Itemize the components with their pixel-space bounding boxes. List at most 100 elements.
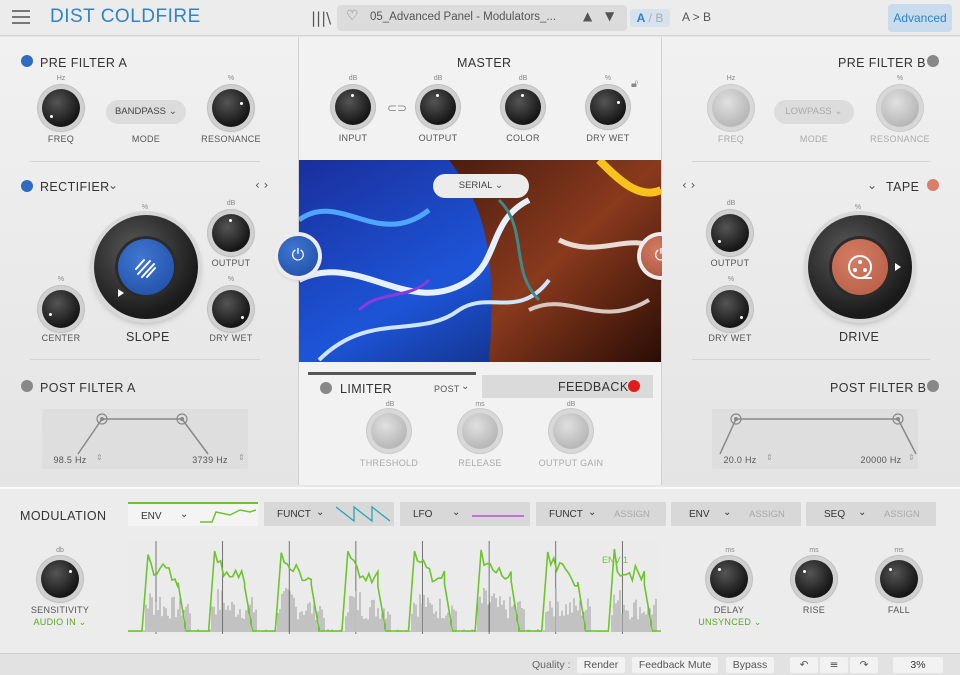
master-color-knob[interactable] [505,89,541,125]
tape-drywet-knob[interactable] [711,290,749,328]
history-list-icon[interactable]: ≡ [820,657,848,673]
ab-switch[interactable]: A / B [630,9,670,27]
limiter-position[interactable]: POST [434,384,460,394]
preset-name[interactable]: 05_Advanced Panel - Modulators_... [370,11,570,23]
rise-knob[interactable] [795,560,833,598]
ab-b[interactable]: B [655,11,663,25]
pre-filter-a-mode-select[interactable]: BANDPASS ⌄ [106,100,186,124]
copy-a-to-b-button[interactable]: A > B [682,10,711,24]
previous-preset-icon[interactable]: ▲ [583,9,592,23]
mode-label: MODE [131,134,161,144]
rectifier-drywet-knob[interactable] [212,290,250,328]
stepper-icon[interactable]: ⇕ [766,453,773,462]
rise-label: RISE [802,605,826,615]
chevron-down-icon[interactable]: ⌄ [461,381,469,392]
pre-filter-a-power-led[interactable] [21,55,33,67]
rectifier-slope-knob[interactable] [94,215,198,319]
post-filter-a-graph[interactable]: 98.5 Hz ⇕ 3739 Hz ⇕ [42,409,248,469]
mod-tab-lfo[interactable]: LFO ⌄ [400,502,530,526]
menu-icon[interactable] [12,10,30,24]
pre-filter-b-mode-select[interactable]: LOWPASS ⌄ [774,100,854,124]
fall-knob[interactable] [880,560,918,598]
feedback-tab[interactable]: FEEDBACK [482,375,653,398]
post-filter-b-power-led[interactable] [927,380,939,392]
chevron-down-icon: ⌄ [168,106,178,117]
master-drywet-knob[interactable] [590,89,626,125]
post-filter-a-power-led[interactable] [21,380,33,392]
tape-drive-knob[interactable] [808,215,912,319]
limiter-power-led[interactable] [320,382,332,394]
feedback-power-led[interactable] [628,380,640,392]
post-filter-b-low[interactable]: 20.0 Hz [720,455,760,465]
status-bar: Quality : Render Feedback Mute Bypass ↶ … [0,653,960,675]
visualizer: SERIAL ⌄ [299,160,661,362]
mod-tab-seq[interactable]: SEQ ⌄ ASSIGN [806,502,936,526]
quality-render-button[interactable]: Render [577,657,625,673]
post-filter-a-high[interactable]: 3739 Hz [190,455,230,465]
delay-knob[interactable] [710,560,748,598]
chevron-down-icon[interactable]: ⌄ [867,178,877,192]
routing-select[interactable]: SERIAL ⌄ [433,174,529,198]
mod-tab-env-2[interactable]: ENV ⌄ ASSIGN [671,502,801,526]
tape-power-led[interactable] [927,179,939,191]
rect-drywet-label: DRY WET [209,333,253,343]
env-thumbnail-icon [200,509,256,523]
stepper-icon[interactable]: ⇕ [238,453,245,462]
post-filter-b-high[interactable]: 20000 Hz [858,455,904,465]
tape-title[interactable]: TAPE [886,180,919,194]
sensitivity-knob[interactable] [41,560,79,598]
pre-filter-b-power-led[interactable] [927,55,939,67]
rectifier-power-led[interactable] [21,180,33,192]
pre-filter-a-freq-knob[interactable] [42,89,80,127]
pre-filter-b-freq-knob[interactable] [712,89,750,127]
feedback-mute-button[interactable]: Feedback Mute [632,657,718,673]
release-knob[interactable] [462,413,498,449]
post-filter-a-low[interactable]: 98.5 Hz [50,455,90,465]
feedback-title: FEEDBACK [558,380,629,394]
mod-assign[interactable]: ASSIGN [614,509,650,520]
pre-filter-a-resonance-knob[interactable] [212,89,250,127]
rectifier-output-knob[interactable] [212,214,250,252]
rectifier-center-knob[interactable] [42,290,80,328]
chevron-down-icon[interactable]: ⌄ [108,178,118,192]
link-icon[interactable]: ⊂⊃ [387,101,407,115]
lock-icon[interactable]: 🔓︎ [631,77,638,91]
threshold-knob[interactable] [371,413,407,449]
library-icon[interactable]: |||\ [311,9,331,27]
advanced-button[interactable]: Advanced [888,4,952,32]
delay-sync-select[interactable]: UNSYNCED ⌄ [696,617,764,628]
stepper-icon[interactable]: ⇕ [908,453,915,462]
mod-assign[interactable]: ASSIGN [884,509,920,520]
envelope-display[interactable]: ENV 1 [127,541,661,634]
preset-browser[interactable]: ♡ 05_Advanced Panel - Modulators_... ▲ ▼ [337,5,627,31]
next-preset-icon[interactable]: ▼ [605,9,614,23]
pre-filter-b-resonance-knob[interactable] [881,89,919,127]
undo-icon[interactable]: ↶ [790,657,818,673]
mod-tab-env[interactable]: ENV ⌄ [128,502,258,526]
limiter-tab[interactable]: LIMITER POST ⌄ [308,372,476,398]
audio-source-select[interactable]: AUDIO IN ⌄ [26,617,94,628]
master-output-knob[interactable] [420,89,456,125]
bypass-button[interactable]: Bypass [726,657,774,673]
favorite-heart-icon[interactable]: ♡ [346,8,359,24]
tape-center-button[interactable] [832,239,888,295]
sensitivity-unit: db [56,547,64,554]
mod-assign[interactable]: ASSIGN [749,509,785,520]
master-input-knob[interactable] [335,89,371,125]
stepper-icon[interactable]: ⇕ [96,453,103,462]
tape-output-knob[interactable] [711,214,749,252]
ab-a[interactable]: A [637,11,646,25]
output-gain-knob[interactable] [553,413,589,449]
mod-tab-label: SEQ [824,509,846,520]
tape-drywet-label: DRY WET [708,333,752,343]
mod-tab-funct-2[interactable]: FUNCT ⌄ ASSIGN [536,502,666,526]
post-filter-b-graph[interactable]: 20.0 Hz ⇕ 20000 Hz ⇕ [712,409,918,469]
rectifier-center-button[interactable] [118,239,174,295]
redo-icon[interactable]: ↷ [850,657,878,673]
rectifier-power-button[interactable]: ⏻ [278,236,318,276]
rectifier-title[interactable]: RECTIFIER [40,180,110,194]
mod-tab-funct-1[interactable]: FUNCT ⌄ [264,502,394,526]
swap-arrows-icon[interactable]: ‹ › [255,178,268,192]
top-bar: DIST COLDFIRE |||\ ♡ 05_Advanced Panel -… [0,0,960,36]
swap-arrows-icon[interactable]: ‹ › [682,178,695,192]
